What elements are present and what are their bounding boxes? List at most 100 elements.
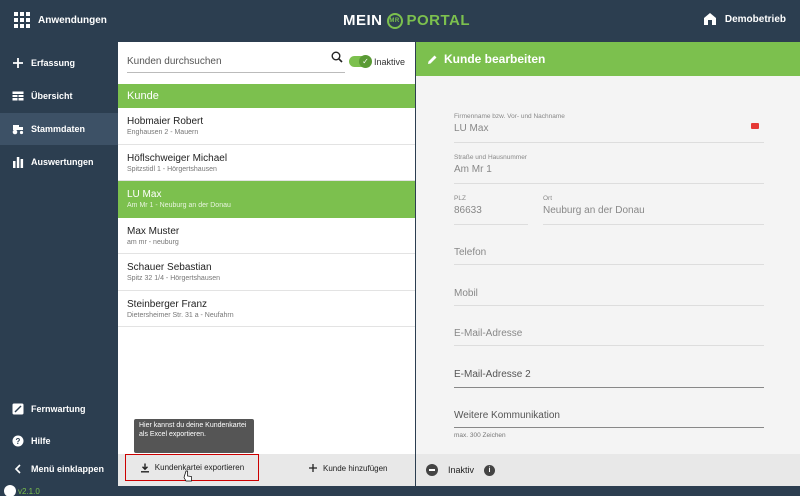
svg-text:?: ? (16, 437, 21, 446)
edit-bottom-bar: Inaktiv i (416, 454, 800, 486)
email-placeholder: E-Mail-Adresse (454, 328, 523, 339)
table-icon (12, 91, 24, 101)
customer-rows: Hobmaier Robert Enghausen 2 - Mauern Höf… (118, 108, 415, 327)
search-icon[interactable] (331, 51, 343, 63)
sidebar-item-label: Übersicht (31, 91, 73, 101)
sidebar-item-label: Erfassung (31, 58, 76, 68)
email2-placeholder: E-Mail-Adresse 2 (454, 369, 531, 380)
customer-address: Enghausen 2 - Mauern (127, 129, 199, 136)
sidebar-item-label: Fernwartung (31, 404, 86, 414)
sidebar-item-erfassung[interactable]: Erfassung (0, 47, 118, 79)
table-row[interactable]: Höflschweiger Michael Spitzstidl 1 - Hör… (118, 145, 415, 181)
table-row[interactable]: Schauer Sebastian Spitz 32 1/4 - Hörgert… (118, 254, 415, 291)
sidebar-item-auswertungen[interactable]: Auswertungen (0, 146, 118, 178)
communication-placeholder: Weitere Kommunikation (454, 410, 560, 421)
customer-address: am mr - neuburg (127, 238, 179, 246)
add-customer-button[interactable]: Kunde hinzufügen (308, 458, 388, 478)
customer-name: Hobmaier Robert (127, 116, 204, 127)
customer-list-panel: ✓ Inaktive Kunde Hobmaier Robert Enghaus… (118, 42, 415, 486)
zip-field[interactable]: PLZ 86633 (454, 195, 528, 225)
street-field[interactable]: Straße und Hausnummer Am Mr 1 (454, 154, 764, 184)
collapse-menu-button[interactable]: Menü einklappen (0, 453, 118, 485)
mobile-field[interactable]: Mobil (454, 288, 764, 306)
phone-field[interactable]: Telefon (454, 247, 764, 265)
sidebar-item-fernwartung[interactable]: Fernwartung (0, 393, 118, 425)
plus-icon (309, 464, 317, 472)
city-field-label: Ort (543, 195, 553, 202)
name-field-value: LU Max (454, 123, 489, 134)
table-row[interactable]: Hobmaier Robert Enghausen 2 - Mauern (118, 108, 415, 145)
check-icon: ✓ (359, 55, 372, 68)
zip-field-label: PLZ (454, 195, 466, 202)
apps-menu-button[interactable]: Anwendungen (14, 12, 107, 28)
email-field[interactable]: E-Mail-Adresse (454, 328, 764, 346)
apps-grid-icon (14, 12, 30, 28)
inactive-toggle[interactable]: ✓ (349, 55, 372, 68)
street-field-label: Straße und Hausnummer (454, 154, 527, 161)
logo-text-right: PORTAL (406, 12, 471, 29)
sidebar-item-label: Stammdaten (31, 124, 86, 134)
export-button-label: Kundenkartei exportieren (154, 463, 245, 472)
customer-name: LU Max (127, 189, 162, 200)
apps-label: Anwendungen (38, 14, 107, 26)
inactive-toggle-label: Inaktive (374, 57, 406, 67)
top-bar: Anwendungen MEIN MR PORTAL Demobetrieb (0, 0, 800, 42)
phone-placeholder: Telefon (454, 247, 487, 258)
city-field-value: Neuburg an der Donau (543, 205, 645, 216)
customer-name: Schauer Sebastian (127, 262, 212, 273)
clear-field-icon[interactable] (751, 123, 759, 129)
add-button-label: Kunde hinzufügen (323, 463, 388, 473)
version-text: v2.1.0 (18, 486, 40, 496)
edit-customer-panel: Kunde bearbeiten Firmenname bzw. Vor- un… (416, 42, 800, 486)
edit-header: Kunde bearbeiten (416, 42, 800, 76)
farm-house-icon (703, 13, 716, 25)
customer-address: Spitz 32 1/4 - Hörgertshausen (127, 275, 220, 282)
city-field[interactable]: Ort Neuburg an der Donau (543, 195, 764, 225)
sidebar: Erfassung Übersicht Stammdaten Auswertun… (0, 42, 118, 496)
email2-field[interactable]: E-Mail-Adresse 2 (454, 369, 764, 388)
customer-address: Spitzstidl 1 - Hörgertshausen (127, 165, 217, 173)
edit-title: Kunde bearbeiten (444, 52, 546, 66)
customer-name: Max Muster (127, 225, 180, 237)
customer-search-input[interactable] (127, 51, 345, 73)
chevron-left-icon (14, 464, 21, 474)
bar-chart-icon (13, 157, 24, 168)
table-row[interactable]: Steinberger Franz Dietersheimer Str. 31 … (118, 291, 415, 327)
sidebar-item-label: Hilfe (31, 436, 51, 446)
table-row[interactable]: Max Muster am mr - neuburg (118, 218, 415, 254)
customer-address: Am Mr 1 - Neuburg an der Donau (127, 202, 231, 209)
table-row-selected[interactable]: LU Max Am Mr 1 - Neuburg an der Donau (118, 181, 415, 218)
download-icon (140, 463, 149, 472)
info-icon[interactable]: i (484, 464, 496, 476)
export-tooltip: Hier kannst du deine Kundenkartei als Ex… (134, 419, 254, 453)
mobile-placeholder: Mobil (454, 288, 478, 299)
customer-name: Steinberger Franz (127, 298, 208, 310)
communication-hint: max. 300 Zeichen (454, 432, 506, 439)
list-bottom-bar: Kundenkartei exportieren Kunde hinzufüge… (118, 454, 415, 486)
communication-textarea[interactable]: Weitere Kommunikation (454, 410, 764, 428)
account-label: Demobetrieb (724, 13, 786, 25)
inactive-label: Inaktiv (448, 465, 475, 475)
hand-cursor-icon (183, 470, 192, 482)
account-button[interactable]: Demobetrieb (703, 12, 786, 26)
name-field-label: Firmenname bzw. Vor- und Nachname (454, 113, 565, 120)
sidebar-item-stammdaten[interactable]: Stammdaten (0, 113, 118, 145)
logo-text-left: MEIN (343, 12, 383, 29)
sidebar-item-uebersicht[interactable]: Übersicht (0, 80, 118, 112)
help-icon: ? (12, 435, 24, 447)
customer-name: Höflschweiger Michael (127, 152, 228, 164)
tractor-icon (12, 125, 24, 135)
sidebar-item-label: Auswertungen (31, 157, 94, 167)
sidebar-item-label: Menü einklappen (31, 464, 105, 474)
pencil-icon (428, 55, 437, 64)
settings-circle-icon (4, 485, 16, 496)
customer-address: Dietersheimer Str. 31 a - Neufahrn (127, 311, 234, 319)
zip-field-value: 86633 (454, 205, 482, 216)
plus-icon (13, 58, 23, 68)
name-field[interactable]: Firmenname bzw. Vor- und Nachname LU Max (454, 113, 764, 143)
version-label: v2.1.0 (4, 485, 40, 496)
deactivate-icon[interactable] (426, 464, 438, 476)
list-header: Kunde (118, 84, 415, 108)
portal-logo: MEIN MR PORTAL (343, 12, 470, 29)
logo-badge: MR (386, 12, 403, 29)
